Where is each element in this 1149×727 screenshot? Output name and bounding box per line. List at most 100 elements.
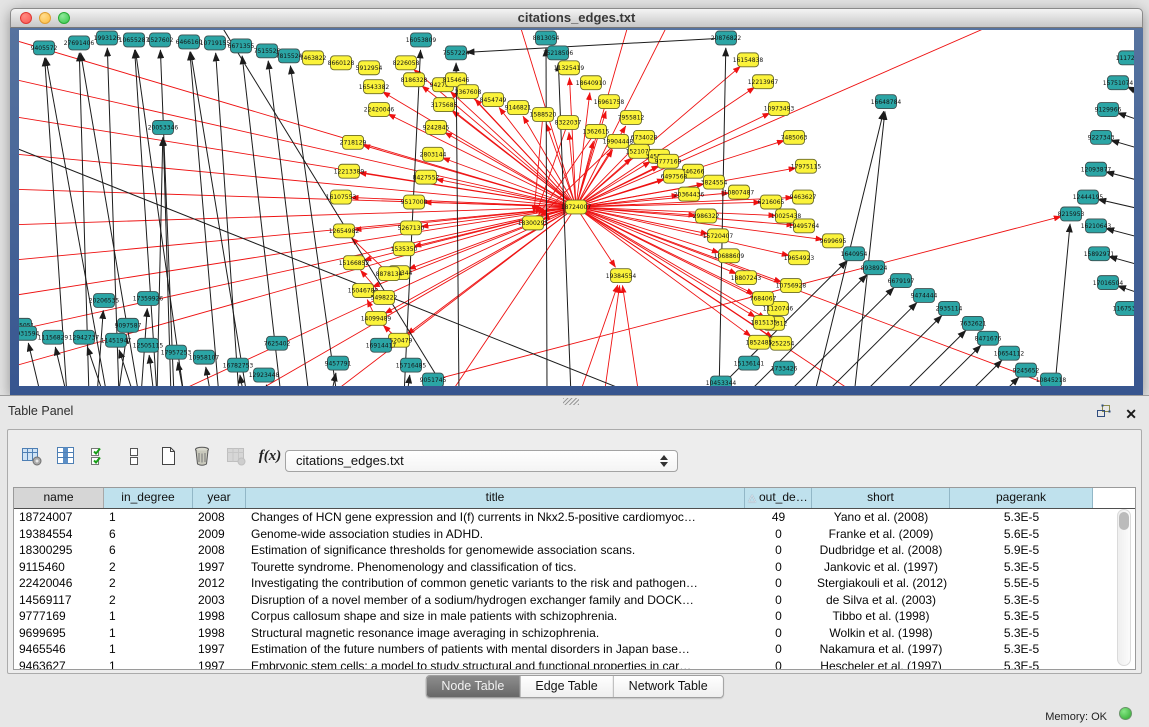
graph-node[interactable]: 6466160	[176, 35, 203, 49]
graph-node[interactable]: 10845218	[1036, 373, 1067, 386]
graph-node[interactable]: 10654112	[994, 346, 1025, 360]
graph-node[interactable]: 7485063	[781, 130, 808, 144]
scrollbar-thumb[interactable]	[1119, 512, 1129, 530]
graph-node[interactable]: 16107553	[326, 190, 357, 204]
close-panel-icon[interactable]: ✕	[1125, 407, 1137, 421]
graph-node[interactable]: 5498222	[371, 291, 398, 305]
table-settings-icon[interactable]	[20, 444, 44, 468]
graph-node[interactable]: 14099489	[361, 311, 392, 325]
graph-node[interactable]: 10688609	[714, 249, 745, 263]
column-visibility-icon[interactable]	[54, 444, 78, 468]
graph-node[interactable]: 8454749	[480, 93, 507, 107]
table-row[interactable]: 977716911998Corpus callosum shape and si…	[14, 608, 1135, 625]
graph-node[interactable]: 6734028	[631, 130, 658, 144]
table-row[interactable]: 969969511998Structural magnetic resonanc…	[14, 625, 1135, 642]
graph-node[interactable]: 6216065	[758, 195, 785, 209]
window-titlebar[interactable]: citations_edges.txt	[10, 8, 1143, 28]
graph-node[interactable]: 19654923	[784, 251, 815, 265]
graph-node[interactable]: 9463627	[790, 190, 817, 204]
function-builder-icon[interactable]: f(x)	[258, 444, 282, 468]
zoom-button[interactable]	[58, 12, 70, 24]
graph-node[interactable]: 20364436	[674, 187, 705, 201]
tab-edge-table[interactable]: Edge Table	[520, 676, 613, 697]
graph-node[interactable]: 6671355	[228, 39, 255, 53]
graph-node[interactable]: 8215953	[1058, 207, 1085, 221]
graph-node[interactable]: 2367608	[455, 85, 482, 99]
graph-node[interactable]: 1535350	[391, 242, 418, 256]
graph-node[interactable]: 8471676	[975, 331, 1002, 345]
graph-node[interactable]: 12923448	[249, 368, 280, 382]
graph-node[interactable]: 10807487	[724, 185, 755, 199]
column-header-pagerank[interactable]: pagerank	[950, 488, 1093, 508]
tab-node-table[interactable]: Node Table	[426, 676, 520, 697]
graph-node[interactable]: 12213389	[334, 164, 365, 178]
tab-network-table[interactable]: Network Table	[614, 676, 723, 697]
graph-node[interactable]: 17975115	[791, 159, 822, 173]
graph-node[interactable]: 8813054	[533, 31, 560, 45]
graph-node[interactable]: 2935114	[936, 301, 963, 315]
graph-node[interactable]: 12505115	[133, 338, 164, 352]
trash-icon[interactable]	[190, 444, 214, 468]
graph-node[interactable]: 8878134	[376, 267, 403, 281]
panel-resize-grip[interactable]	[563, 398, 579, 405]
graph-node[interactable]: 19384554	[606, 269, 637, 283]
graph-node[interactable]: 1852485	[746, 335, 773, 349]
graph-node[interactable]: 9146821	[505, 101, 532, 115]
graph-node[interactable]: 15716485	[396, 358, 427, 372]
graph-node[interactable]: 16154838	[733, 53, 764, 67]
graph-node[interactable]: 9097587	[115, 318, 142, 332]
vertical-scrollbar[interactable]	[1117, 509, 1131, 666]
graph-node[interactable]: 5912954	[356, 61, 383, 75]
graph-node[interactable]: 12093877	[1081, 162, 1112, 176]
table-row[interactable]: 911546021997Tourette syndrome. Phenomeno…	[14, 559, 1135, 576]
graph-node[interactable]: 1167531	[1113, 301, 1134, 315]
graph-node[interactable]: 15166852	[339, 256, 370, 270]
column-header-title[interactable]: title	[246, 488, 745, 508]
graph-node[interactable]: 12654982	[329, 224, 360, 238]
column-header-year[interactable]: year	[193, 488, 246, 508]
graph-node[interactable]: 7815524	[276, 49, 303, 63]
graph-node[interactable]: 8186328	[401, 73, 428, 87]
table-row[interactable]: 1456911722003Disruption of a novel membe…	[14, 592, 1135, 609]
graph-node[interactable]: 5267130	[398, 221, 425, 235]
graph-node[interactable]: 9699695	[820, 234, 847, 248]
graph-node[interactable]: 9051745	[420, 373, 447, 386]
close-button[interactable]	[20, 12, 32, 24]
graph-node[interactable]: 7463822	[300, 51, 327, 65]
graph-node[interactable]: 20053346	[148, 120, 179, 134]
graph-node[interactable]: 7684067	[750, 292, 777, 306]
graph-node[interactable]: 9227343	[1088, 130, 1115, 144]
network-view[interactable]: 1872400782260588186328942750881546462367…	[19, 30, 1134, 386]
column-header-out_degree[interactable]: △out_de…	[745, 488, 812, 508]
graph-node[interactable]: 15136141	[734, 356, 765, 370]
graph-node[interactable]: 27691406	[64, 36, 95, 50]
graph-node[interactable]: 19495764	[789, 219, 820, 233]
graph-node[interactable]: 9517008	[401, 195, 428, 209]
graph-node[interactable]: 8938924	[861, 261, 888, 275]
table-row[interactable]: 946362711997Embryonic stem cells: a mode…	[14, 658, 1135, 671]
graph-node[interactable]: 3931594	[19, 326, 40, 340]
graph-node[interactable]: 8660128	[328, 56, 355, 70]
graph-node[interactable]: 15218506	[543, 46, 574, 60]
column-header-short[interactable]: short	[812, 488, 950, 508]
graph-node[interactable]: 9457791	[325, 356, 352, 370]
graph-node[interactable]: 10453344	[706, 376, 737, 386]
graph-node[interactable]: 9474444	[911, 289, 938, 303]
select-all-icon[interactable]	[88, 444, 112, 468]
graph-node[interactable]: 2986322	[693, 209, 720, 223]
graph-node[interactable]: 1815135	[751, 315, 778, 329]
graph-node[interactable]: 7955812	[618, 111, 645, 125]
table-row[interactable]: 946554611997Estimation of the future num…	[14, 641, 1135, 658]
graph-node[interactable]: 15720407	[703, 229, 734, 243]
graph-node[interactable]: 17957253	[161, 345, 192, 359]
graph-node[interactable]: 12213967	[748, 75, 779, 89]
graph-node[interactable]: 9777169	[655, 154, 682, 168]
graph-node[interactable]: 20206535	[89, 294, 120, 308]
graph-node[interactable]: 16648784	[871, 95, 902, 109]
graph-node[interactable]: 18640910	[576, 76, 607, 90]
graph-node[interactable]: 8427552	[413, 170, 440, 184]
graph-node[interactable]: 16961758	[594, 95, 625, 109]
table-row[interactable]: 2242004622012Investigating the contribut…	[14, 575, 1135, 592]
graph-node[interactable]: 8322037	[555, 116, 582, 130]
graph-node[interactable]: 16210643	[1081, 219, 1112, 233]
